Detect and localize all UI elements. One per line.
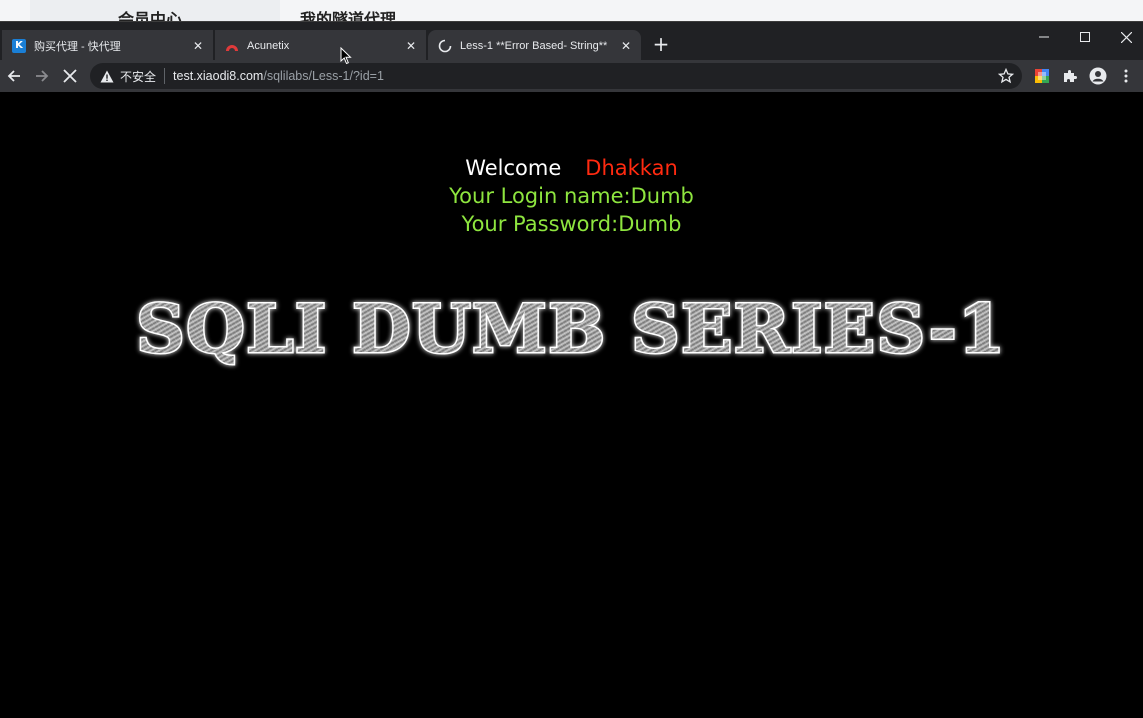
- acunetix-icon: [225, 39, 239, 53]
- tab-close-icon[interactable]: ✕: [619, 39, 633, 53]
- background-sidebar-text: 会员中心: [118, 10, 183, 22]
- welcome-line: Welcome Dhakkan: [0, 156, 1143, 180]
- new-tab-button[interactable]: +: [650, 34, 672, 56]
- forward-arrow-icon[interactable]: [30, 64, 54, 88]
- tab-less-1[interactable]: Less-1 **Error Based- String** ✕: [428, 30, 641, 61]
- background-page-title: 我的隧道代理: [300, 10, 397, 22]
- back-arrow-icon[interactable]: [2, 64, 26, 88]
- tab-title: 购买代理 - 快代理: [34, 40, 121, 53]
- minimize-icon[interactable]: [1024, 22, 1064, 52]
- stop-loading-icon[interactable]: [58, 64, 82, 88]
- login-name-text: Your Login name:Dumb: [449, 184, 694, 208]
- bookmark-star-icon[interactable]: [997, 67, 1015, 84]
- profile-avatar-icon[interactable]: [1089, 67, 1107, 85]
- security-label[interactable]: 不安全: [120, 68, 156, 85]
- close-window-icon[interactable]: [1106, 22, 1143, 52]
- loading-spinner-icon: [438, 39, 452, 53]
- browser-toolbar: 不安全 test.xiaodi8.com /sqlilabs/Less-1/?i…: [0, 60, 1143, 92]
- user-nickname: Dhakkan: [585, 156, 678, 180]
- extension-colorful-icon[interactable]: [1033, 67, 1051, 85]
- url-path: /sqlilabs/Less-1/?id=1: [263, 69, 384, 83]
- omnibox-divider: [164, 68, 166, 84]
- tab-strip: K 购买代理 - 快代理 ✕ Acunetix ✕ Less-1 **Error…: [0, 21, 1143, 61]
- tab-kuaidaili[interactable]: K 购买代理 - 快代理 ✕: [2, 30, 213, 61]
- address-bar[interactable]: 不安全 test.xiaodi8.com /sqlilabs/Less-1/?i…: [90, 63, 1022, 89]
- sqli-dumb-series-banner: SQLI DUMB SERIES-1: [135, 293, 1007, 370]
- tab-acunetix[interactable]: Acunetix ✕: [215, 30, 426, 61]
- page-content: Welcome Dhakkan Your Login name:Dumb Your…: [0, 92, 1143, 718]
- tab-close-icon[interactable]: ✕: [404, 39, 418, 53]
- tab-close-icon[interactable]: ✕: [191, 39, 205, 53]
- welcome-text: Welcome: [465, 156, 562, 180]
- maximize-icon[interactable]: [1065, 22, 1105, 52]
- mouse-cursor-icon: [340, 47, 352, 65]
- banner-text: SQLI DUMB SERIES-1: [136, 293, 1006, 368]
- kuaidaili-icon: K: [12, 38, 26, 53]
- tab-title: Acunetix: [247, 39, 290, 52]
- kebab-menu-icon[interactable]: [1117, 67, 1135, 85]
- tab-title: Less-1 **Error Based- String**: [460, 39, 608, 52]
- url-host: test.xiaodi8.com: [173, 69, 264, 83]
- extensions-puzzle-icon[interactable]: [1061, 67, 1079, 85]
- background-window: 会员中心 我的隧道代理: [0, 0, 1143, 22]
- password-text: Your Password:Dumb: [461, 212, 682, 236]
- warning-triangle-icon[interactable]: [100, 69, 114, 83]
- browser-window: K 购买代理 - 快代理 ✕ Acunetix ✕ Less-1 **Error…: [0, 21, 1143, 718]
